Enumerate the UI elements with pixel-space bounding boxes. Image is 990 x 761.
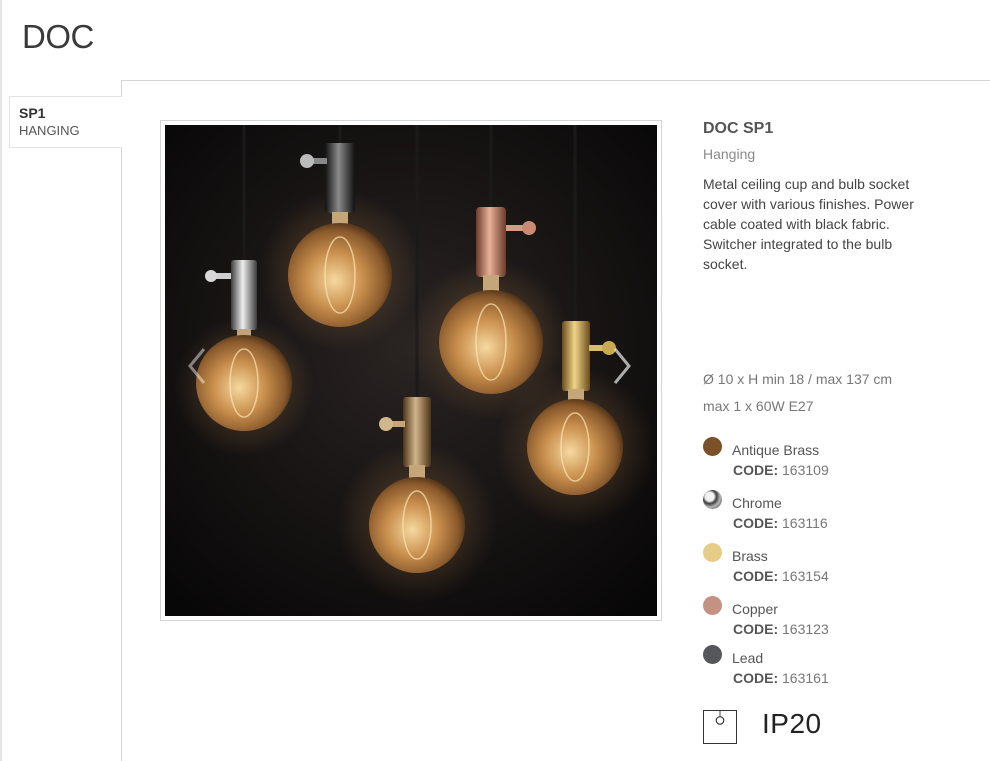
gallery-prev-button[interactable] (186, 345, 208, 387)
finish-swatch[interactable] (703, 543, 722, 562)
chevron-left-icon (188, 348, 206, 384)
code-label: CODE: (733, 462, 779, 478)
sidebar-tab-subtitle: HANGING (19, 123, 80, 138)
code-label: CODE: (733, 515, 779, 531)
finish-swatch[interactable] (703, 437, 722, 456)
product-details: DOC SP1 Hanging Metal ceiling cup and bu… (703, 120, 990, 274)
code-label: CODE: (733, 568, 779, 584)
finish-lead[interactable]: Lead CODE: 163161 (703, 645, 983, 689)
gallery-next-button[interactable] (611, 345, 633, 387)
finish-name: Chrome (732, 495, 782, 511)
finish-swatch[interactable] (703, 645, 722, 664)
chevron-right-icon (613, 348, 631, 384)
finish-swatch[interactable] (703, 596, 722, 615)
code-value: 163161 (782, 670, 829, 686)
finish-code: CODE: 163123 (733, 621, 829, 637)
product-type: Hanging (703, 146, 756, 162)
finish-name: Lead (732, 650, 764, 666)
finish-name: Brass (732, 548, 768, 564)
finish-code: CODE: 163154 (733, 568, 829, 584)
page-left-border (0, 0, 2, 761)
finish-swatch[interactable] (703, 490, 722, 509)
product-image-frame (160, 120, 662, 621)
code-label: CODE: (733, 670, 779, 686)
code-value: 163116 (782, 515, 828, 531)
product-power: max 1 x 60W E27 (703, 398, 814, 414)
product-dimensions: Ø 10 x H min 18 / max 137 cm (703, 371, 893, 387)
finish-code: CODE: 163116 (733, 515, 828, 531)
ip-rating: IP20 (762, 708, 822, 739)
content-side-divider (121, 80, 122, 761)
page-title: DOC (22, 18, 94, 55)
sidebar-tab-code: SP1 (19, 105, 46, 121)
finish-code: CODE: 163161 (733, 670, 829, 686)
code-label: CODE: (733, 621, 779, 637)
product-photo (165, 125, 657, 616)
product-name: DOC SP1 (703, 120, 774, 137)
finish-code: CODE: 163109 (733, 462, 829, 478)
finish-chrome[interactable]: Chrome CODE: 163116 (703, 490, 983, 534)
finish-antique-brass[interactable]: Antique Brass CODE: 163109 (703, 437, 983, 481)
ip-rating-icon (703, 710, 737, 744)
product-description: Metal ceiling cup and bulb socket cover … (703, 176, 914, 272)
sidebar-tab-sp1[interactable]: SP1 HANGING (9, 96, 122, 148)
code-value: 163123 (782, 621, 829, 637)
content-top-divider (121, 80, 990, 81)
code-value: 163109 (782, 462, 829, 478)
finish-name: Antique Brass (732, 442, 820, 458)
finish-name: Copper (732, 601, 778, 617)
finish-brass[interactable]: Brass CODE: 163154 (703, 543, 983, 587)
code-value: 163154 (782, 568, 829, 584)
finish-copper[interactable]: Copper CODE: 163123 (703, 596, 983, 640)
